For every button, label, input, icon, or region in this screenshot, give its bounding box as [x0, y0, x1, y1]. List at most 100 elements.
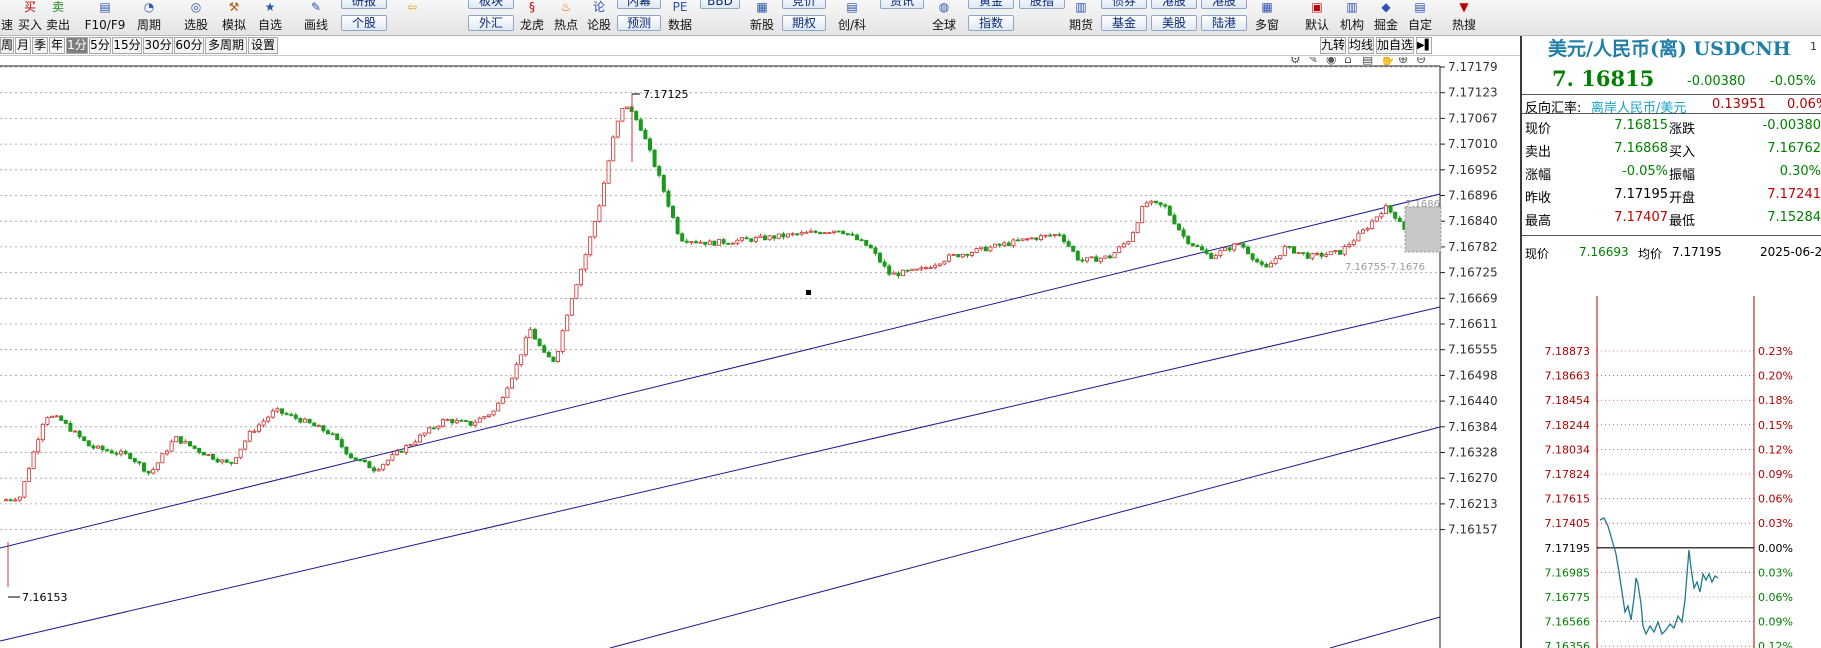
candle-body [394, 450, 399, 456]
candle-body [325, 430, 330, 435]
gold-tool[interactable]: ◆ 掘金 [1372, 0, 1400, 35]
inverse-rate-pct: 0.06% [1787, 97, 1821, 112]
mini-left-tick: 7.18873 [1545, 345, 1591, 358]
global-tool[interactable]: ◍ 全球 [930, 0, 958, 35]
zoom-in-icon[interactable]: ⊕ [1398, 57, 1408, 66]
hkconnect-button[interactable]: 港股 [1201, 0, 1247, 9]
candle-body [1158, 202, 1163, 206]
candle-body [390, 454, 395, 461]
period-tab[interactable]: 设置 [248, 37, 278, 54]
candle-body [1126, 241, 1131, 245]
candle-body [486, 414, 491, 417]
period-tab[interactable]: 周 [0, 37, 14, 54]
candlestick-chart[interactable]: 7.17179 7.17123 7.17067 7.17010 7.16952 7.168… [0, 57, 1520, 648]
candle-body [40, 423, 45, 441]
custom-tool[interactable]: ▤ 自定 [1406, 0, 1434, 35]
institution-tool[interactable]: ▥ 机构 [1338, 0, 1366, 35]
period-tab[interactable]: 5分 [89, 37, 111, 54]
gold-button[interactable]: 黄金 [968, 0, 1014, 9]
period-tab[interactable]: 60分 [174, 37, 204, 54]
forex-button[interactable]: 外汇 [468, 15, 514, 31]
period-tab[interactable]: 年 [49, 37, 65, 54]
candle-body [1397, 217, 1402, 223]
dragon-tool[interactable]: § 龙虎 [518, 0, 546, 35]
intraday-mini-chart[interactable]: 7.18873 0.23% 7.18663 0.20% 7.18454 0.18% 7.18… [1522, 296, 1821, 648]
avgline-button[interactable]: 均线 [1348, 37, 1374, 54]
inverse-rate-link[interactable]: 离岸人民币/美元 [1591, 97, 1686, 116]
mini-right-tick: 0.06% [1758, 493, 1793, 506]
period-tab[interactable]: 季 [32, 37, 48, 54]
channel-anchor-handle[interactable] [806, 290, 811, 295]
candle-body [160, 453, 165, 464]
discuss-tool[interactable]: 论论股 [585, 0, 613, 35]
jiuzhuan-button[interactable]: 九转 [1320, 37, 1346, 54]
stock-button[interactable]: 个股 [341, 15, 387, 31]
newstock-tool[interactable]: ▦ 新股 [748, 0, 776, 35]
hand-icon[interactable]: ✋ [1380, 57, 1395, 66]
forecast-button[interactable]: 预测 [617, 15, 661, 31]
hotspot-tool[interactable]: ♨ 热点 [552, 0, 580, 35]
speed-tool[interactable]: 速 [0, 0, 14, 35]
bbd-button[interactable]: BBD [700, 0, 740, 9]
period-tab[interactable]: 月 [15, 37, 31, 54]
futures-tool[interactable]: ▥ 期货 [1067, 0, 1095, 35]
draw-tool[interactable]: ✎ 画线 [300, 0, 332, 35]
eye-icon[interactable]: ◉ [1326, 57, 1336, 66]
candle-body [206, 454, 211, 456]
radar-button[interactable]: 内幕 [617, 0, 661, 9]
candle-body [220, 459, 225, 463]
candle-body [224, 459, 229, 463]
expand-button[interactable]: ▶▌ [1416, 37, 1432, 54]
star-market-tool[interactable]: ▤ 创/科 [835, 0, 869, 35]
collapse-icon[interactable]: 1 [1810, 40, 1817, 53]
ranking-button[interactable]: 股指 [1019, 0, 1065, 9]
research-button[interactable]: 研报 [341, 0, 387, 9]
sector-button[interactable]: 板块 [468, 0, 514, 9]
lock-icon[interactable]: ⌂ [1344, 57, 1352, 66]
buy-tool[interactable]: 买买入 [16, 0, 44, 35]
candle-body [500, 396, 505, 404]
period-bar: 周月季年 1分 5分 15分 30分 60分 多周期 设置 九转 均线 加自选 ▶▌ [0, 36, 1520, 56]
bond-button[interactable]: 债券 [1101, 0, 1147, 9]
back-tool[interactable]: ⇦ [398, 0, 426, 35]
candle-body [859, 239, 864, 242]
period-tab[interactable]: 1分 [66, 37, 88, 54]
period-tool[interactable]: ◔ 周期 [133, 0, 165, 35]
print-icon[interactable]: ▤ [1362, 57, 1373, 66]
multiwin-tool[interactable]: ▦ 多窗 [1253, 0, 1281, 35]
pick-tool[interactable]: ◎ 选股 [182, 0, 210, 35]
f10-tool[interactable]: ▤ F10/F9 [84, 0, 126, 35]
candle-body [1020, 238, 1025, 241]
quote-button[interactable]: 竞价 [782, 0, 826, 9]
info-button[interactable]: 资讯 [880, 0, 924, 9]
candle-body [1223, 247, 1228, 252]
candle-body [73, 430, 78, 433]
mini-right-tick: 0.12% [1758, 443, 1793, 456]
fund-button[interactable]: 基金 [1101, 15, 1147, 31]
default-tool[interactable]: ▣ 默认 [1303, 0, 1331, 35]
zoom-out-icon[interactable]: ⊖ [1416, 57, 1426, 66]
hotsearch-tool[interactable]: ▼ 热搜 [1450, 0, 1478, 35]
data-tool[interactable]: PE 数据 [665, 0, 695, 35]
period-tab[interactable]: 30分 [143, 37, 173, 54]
mini-right-tick: 0.06% [1758, 591, 1793, 604]
shhk-button[interactable]: 陆港 [1201, 15, 1247, 31]
index-button[interactable]: 指数 [968, 15, 1014, 31]
add-watchlist-button[interactable]: 加自选 [1376, 37, 1414, 54]
candle-body [1324, 254, 1329, 257]
candle-body [1287, 245, 1292, 248]
selection-box[interactable] [1404, 206, 1442, 253]
option-button[interactable]: 期权 [782, 15, 826, 31]
candle-body [1117, 246, 1122, 253]
usstock-button[interactable]: 美股 [1151, 15, 1197, 31]
period-tab[interactable]: 多周期 [205, 37, 247, 54]
gear-icon[interactable]: ⚙ [1290, 57, 1301, 66]
period-tab[interactable]: 15分 [112, 37, 142, 54]
hkstock-button[interactable]: 港股 [1151, 0, 1197, 9]
sell-tool[interactable]: 卖卖出 [44, 0, 72, 35]
watchlist-tool[interactable]: ★ 自选 [255, 0, 285, 35]
candle-body [786, 233, 791, 238]
pen-icon[interactable]: ✎ [1308, 57, 1318, 66]
simulate-tool[interactable]: ⚒ 模拟 [220, 0, 248, 35]
candle-body [799, 232, 804, 235]
